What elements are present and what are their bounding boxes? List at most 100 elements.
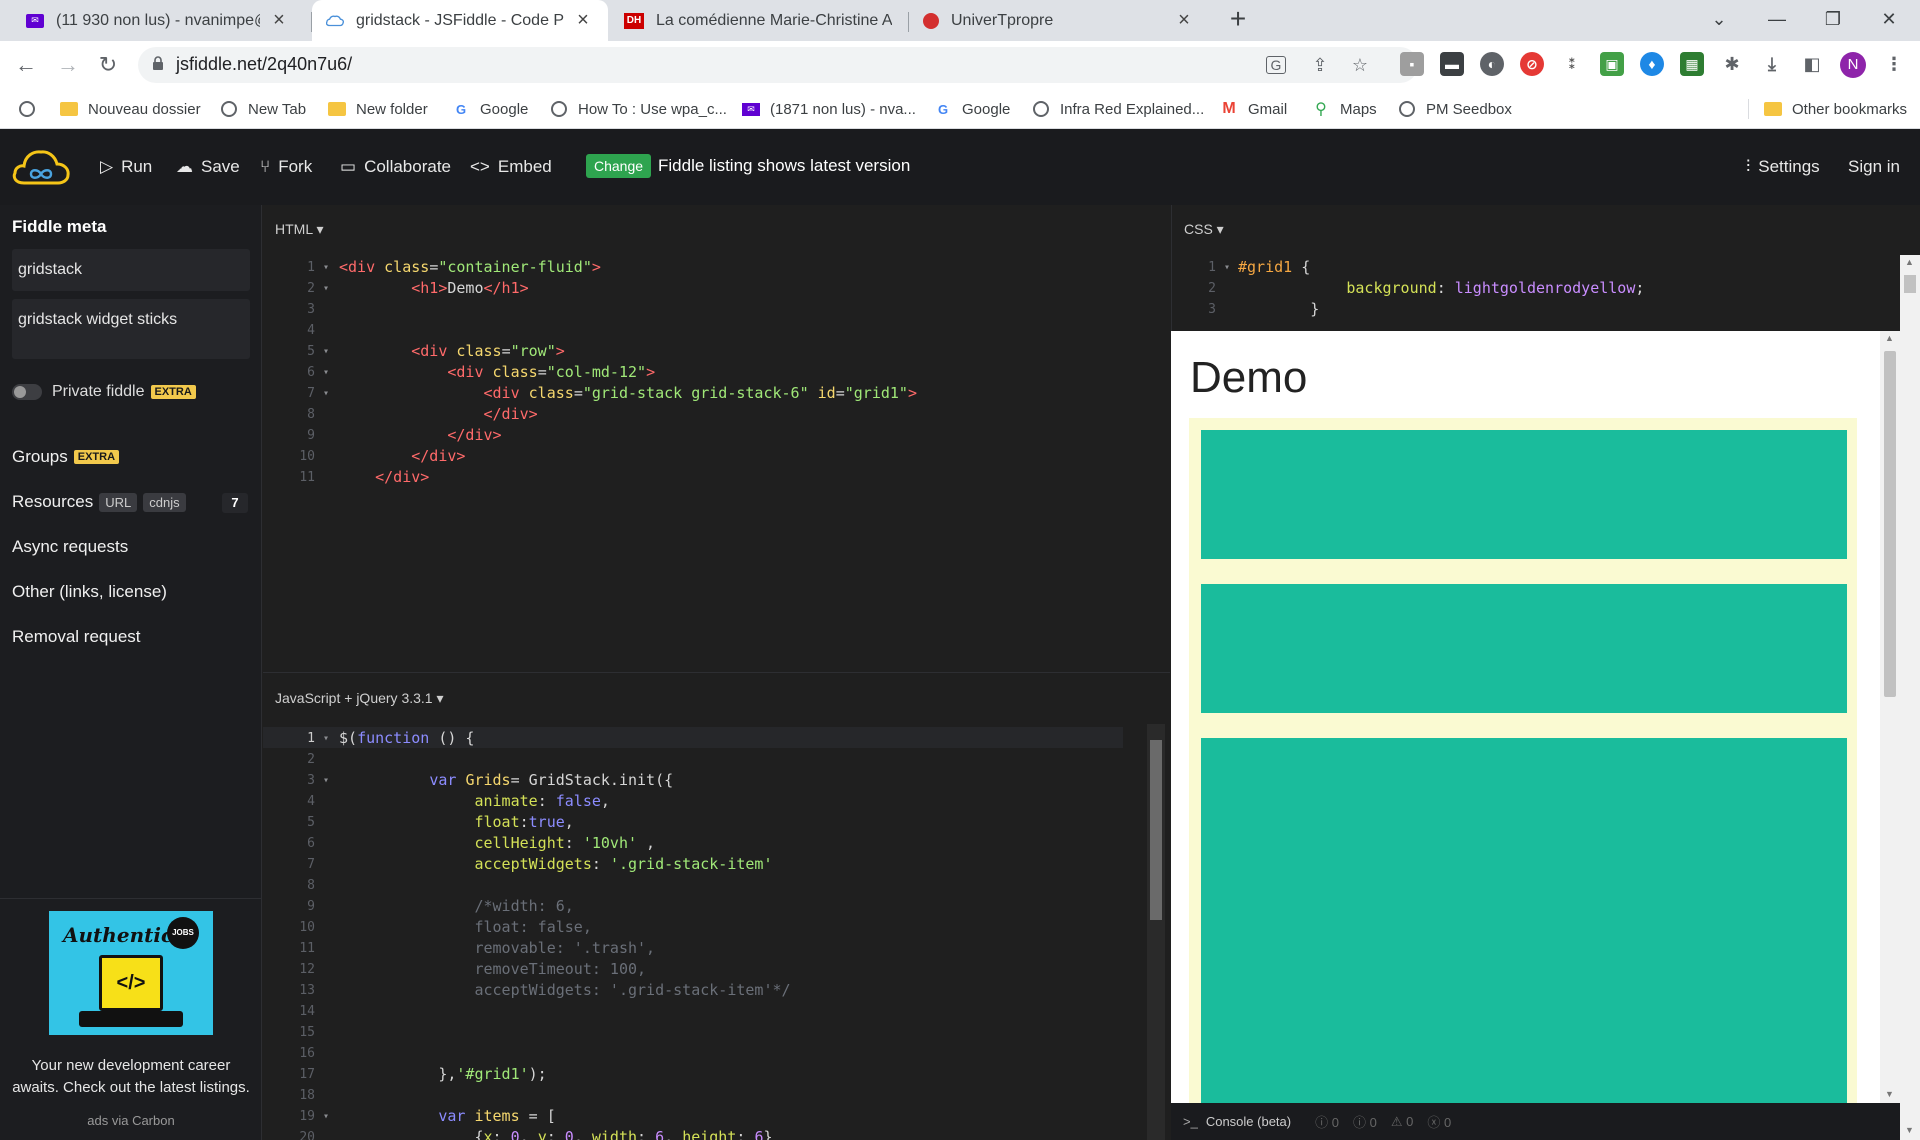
bookmark-star-icon[interactable]: ☆ (1348, 54, 1372, 76)
grid-stack-item[interactable] (1201, 738, 1847, 1138)
grid-stack-item[interactable] (1201, 584, 1847, 713)
cdnjs-pill[interactable]: cdnjs (143, 492, 186, 512)
extension-icon[interactable]: ◐ (1480, 52, 1504, 76)
url-pill[interactable]: URL (99, 492, 138, 512)
ad-attribution[interactable]: ads via Carbon (0, 1113, 262, 1128)
lock-icon (153, 56, 163, 70)
html-pane-label[interactable]: HTML ▾ (275, 221, 324, 238)
fork-button[interactable]: ⑂ Fork (260, 155, 312, 179)
download-icon[interactable]: ⤓ (1760, 52, 1784, 76)
bookmark-item[interactable]: Other bookmarks (1764, 89, 1907, 129)
bookmark-item[interactable]: ✉ (1871 non lus) - nva... (742, 89, 916, 129)
bookmark-item[interactable]: ⚲ Maps (1312, 89, 1377, 129)
js-editor-pane[interactable]: JavaScript + jQuery 3.3.1 ▾ 1 ▾ $(function… (263, 674, 1170, 1140)
bookmark-item[interactable]: Nouveau dossier (60, 89, 201, 129)
bookmark-item[interactable]: G Google (452, 89, 528, 129)
reload-button[interactable]: ↻ (92, 49, 124, 81)
menu-kebab-icon[interactable]: ⋮ (1882, 52, 1906, 76)
address-bar[interactable]: jsfiddle.net/2q40n7u6/ G ⇪ ☆ (138, 47, 1418, 83)
scroll-down-icon[interactable]: ▼ (1905, 1125, 1914, 1135)
sidebar-item-resources[interactable]: Resources URL cdnjs (12, 492, 186, 512)
extensions-puzzle-icon[interactable]: ✱ (1720, 52, 1744, 76)
bookmark-item[interactable]: New Tab (220, 89, 306, 129)
sidebar-item-other[interactable]: Other (links, license) (12, 582, 167, 602)
translate-icon[interactable]: G (1266, 56, 1286, 74)
bookmark-item[interactable]: M Gmail (1220, 89, 1287, 129)
page-scrollbar-thumb[interactable] (1904, 275, 1916, 293)
tab-yahoo-mail[interactable]: ✉ (11 930 non lus) - nvanimpe@yahoo.com … (0, 0, 304, 41)
back-button[interactable]: ← (10, 49, 42, 81)
tab-dh[interactable]: DH La comédienne Marie-Christine Adam (610, 0, 906, 41)
change-button[interactable]: Change (586, 154, 652, 178)
jsfiddle-logo-icon[interactable] (12, 147, 70, 187)
maximize-button[interactable]: ❐ (1808, 0, 1858, 41)
minimize-button[interactable]: — (1752, 0, 1802, 41)
private-toggle[interactable] (12, 384, 42, 400)
sidebar-item-async[interactable]: Async requests (12, 537, 128, 557)
extension-icon[interactable]: ♦ (1640, 52, 1664, 76)
tab-jsfiddle[interactable]: gridstack - JSFiddle - Code Playground × (312, 0, 608, 41)
settings-button[interactable]: ⫶ Settings (1746, 155, 1820, 179)
js-code[interactable]: 1 ▾ $(function () { 2 3 ▾ var Grids= GridSt… (263, 728, 1143, 1140)
css-pane-label[interactable]: CSS ▾ (1184, 221, 1224, 238)
css-code[interactable]: 1 ▾ #grid1 { 2 background: lightgoldenrody… (1172, 257, 1892, 329)
page-scrollbar[interactable]: ▲ ▼ (1900, 255, 1920, 1140)
resources-label: Resources (12, 492, 94, 511)
ad-text[interactable]: Your new development career awaits. Chec… (10, 1055, 252, 1099)
new-tab-button[interactable]: + (1222, 4, 1254, 36)
run-button[interactable]: ▷ Run (100, 155, 152, 179)
tab-univertpropre[interactable]: UniverTpropre × (909, 0, 1209, 41)
html-editor-pane[interactable]: HTML ▾ 1 ▾ <div class="container-fluid"> 2… (263, 205, 1170, 673)
extension-icon[interactable]: ▪ (1400, 52, 1424, 76)
css-editor-pane[interactable]: CSS ▾ 1 ▾ #grid1 { 2 background: lightgold… (1171, 205, 1920, 331)
console-bar[interactable]: >_ Console (beta) ⓘ 0 ⓘ 0 ⚠ 0 ⓧ 0 (1171, 1103, 1900, 1140)
collaborate-button[interactable]: ▭ Collaborate (340, 155, 451, 179)
fiddle-name-input[interactable]: gridstack (12, 249, 250, 291)
bookmark-item[interactable]: PM Seedbox (1398, 89, 1512, 129)
tab-search-icon[interactable]: ⌄ (1694, 0, 1744, 41)
embed-button[interactable]: <> Embed (470, 155, 552, 179)
extension-icon[interactable]: ⊘ (1520, 52, 1544, 76)
console-label[interactable]: Console (beta) (1206, 1114, 1291, 1129)
bookmark-item[interactable]: Infra Red Explained... (1032, 89, 1204, 129)
carbon-ad-image[interactable]: Authentic JOBS </> (49, 911, 213, 1035)
js-scrollbar-thumb[interactable] (1150, 740, 1162, 920)
grid-stack-item[interactable] (1201, 430, 1847, 559)
bookmark-item[interactable]: G Google (934, 89, 1010, 129)
result-iframe[interactable]: Demo (1171, 331, 1920, 1138)
close-icon[interactable]: × (572, 9, 594, 32)
private-fiddle-row[interactable]: Private fiddle EXTRA (12, 383, 196, 401)
extension-icon[interactable]: ▦ (1680, 52, 1704, 76)
extension-icon[interactable]: ▣ (1600, 52, 1624, 76)
save-button[interactable]: ☁ Save (176, 155, 240, 179)
jsfiddle-icon (326, 12, 344, 30)
fiddle-description-input[interactable]: gridstack widget sticks (12, 299, 250, 359)
share-icon[interactable]: ⇪ (1308, 54, 1332, 76)
extension-icon[interactable]: ▬ (1440, 52, 1464, 76)
run-label: Run (121, 157, 153, 176)
scroll-down-icon[interactable]: ▼ (1885, 1089, 1894, 1099)
bookmark-item[interactable] (18, 89, 46, 129)
extension-icon[interactable]: ⁑ (1560, 52, 1584, 76)
js-scrollbar[interactable] (1147, 724, 1165, 1140)
close-window-button[interactable]: ✕ (1864, 0, 1914, 41)
side-panel-icon[interactable]: ◧ (1800, 52, 1824, 76)
forward-button[interactable]: → (52, 49, 84, 81)
bookmark-item[interactable]: New folder (328, 89, 428, 129)
result-scrollbar[interactable]: ▲ ▼ (1880, 331, 1900, 1103)
yahoo-mail-icon: ✉ (26, 13, 44, 28)
bookmark-item[interactable]: How To : Use wpa_c... (550, 89, 727, 129)
sign-in-button[interactable]: Sign in (1848, 155, 1900, 179)
scroll-up-icon[interactable]: ▲ (1885, 333, 1894, 343)
scroll-up-icon[interactable]: ▲ (1905, 257, 1914, 267)
url-text: jsfiddle.net/2q40n7u6/ (176, 54, 353, 74)
profile-avatar[interactable]: N (1840, 52, 1866, 78)
close-icon[interactable]: × (1173, 9, 1195, 32)
js-pane-label[interactable]: JavaScript + jQuery 3.3.1 ▾ (275, 690, 444, 707)
close-icon[interactable]: × (268, 9, 290, 32)
html-code[interactable]: 1 ▾ <div class="container-fluid"> 2 ▾ <h1>D… (263, 257, 1143, 677)
sidebar-item-groups[interactable]: Groups EXTRA (12, 447, 120, 467)
gmail-icon: M (1222, 100, 1236, 117)
sidebar-item-removal[interactable]: Removal request (12, 627, 141, 647)
result-scrollbar-thumb[interactable] (1884, 351, 1896, 697)
